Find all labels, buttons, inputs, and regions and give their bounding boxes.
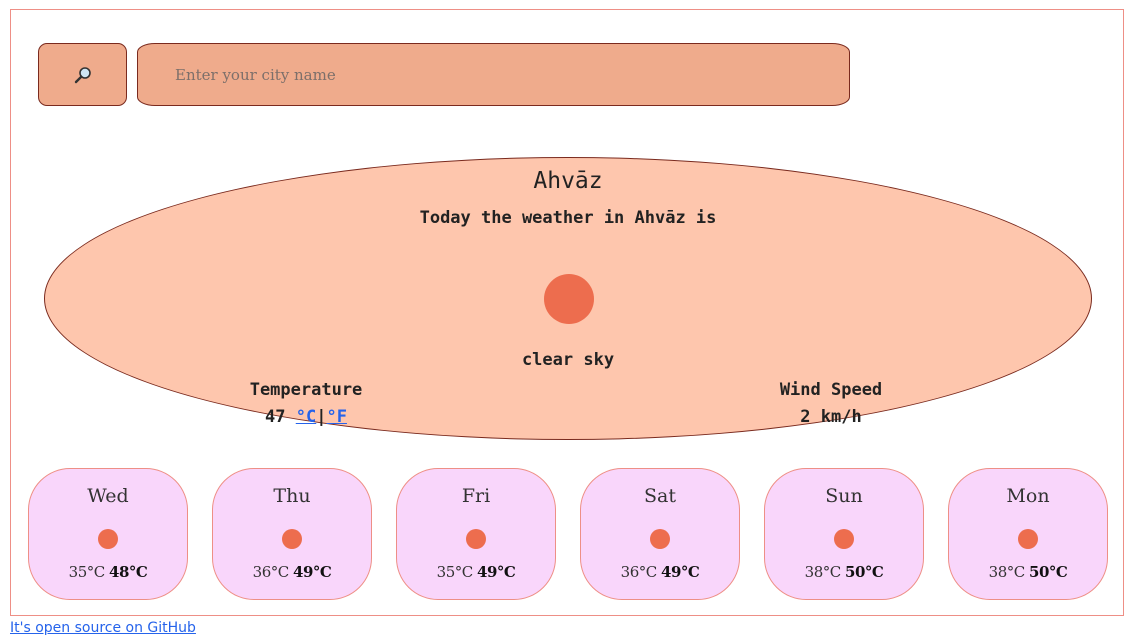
sun-icon — [282, 529, 302, 549]
wind-value: 2 km/h — [800, 407, 862, 427]
forecast-card: Sun 38°C 50°C — [764, 468, 924, 600]
fahrenheit-link[interactable]: °F — [326, 407, 346, 427]
sun-icon — [544, 274, 594, 324]
forecast-temps: 36°C 49°C — [581, 563, 739, 581]
min-temp: 36°C — [620, 563, 658, 581]
max-temp: 50°C — [1029, 563, 1068, 581]
max-temp: 49°C — [661, 563, 700, 581]
forecast-day: Thu — [273, 485, 311, 507]
max-temp: 48°C — [109, 563, 148, 581]
forecast-temps: 38°C 50°C — [765, 563, 923, 581]
temperature-row: 47 °C|°F — [176, 404, 436, 431]
forecast-day: Wed — [87, 485, 129, 507]
min-temp: 35°C — [68, 563, 106, 581]
city-search-input[interactable] — [137, 43, 850, 106]
min-temp: 36°C — [252, 563, 290, 581]
forecast-card: Thu 36°C 49°C — [212, 468, 372, 600]
sun-icon — [1018, 529, 1038, 549]
forecast-day: Fri — [461, 485, 491, 507]
forecast-temps: 36°C 49°C — [213, 563, 371, 581]
max-temp: 49°C — [477, 563, 516, 581]
min-temp: 35°C — [436, 563, 474, 581]
forecast-day: Sat — [644, 485, 676, 507]
temperature-label: Temperature — [249, 380, 363, 400]
min-temp: 38°C — [988, 563, 1026, 581]
forecast-temps: 35°C 48°C — [29, 563, 187, 581]
temperature-value: 47 — [265, 407, 286, 427]
wind-label: Wind Speed — [779, 380, 883, 400]
unit-separator: | — [316, 407, 327, 427]
min-temp: 38°C — [804, 563, 842, 581]
forecast-temps: 38°C 50°C — [949, 563, 1107, 581]
forecast-day: Sun — [825, 485, 863, 507]
forecast-card: Mon 38°C 50°C — [948, 468, 1108, 600]
forecast-card: Fri 35°C 49°C — [396, 468, 556, 600]
forecast-day: Mon — [1006, 485, 1050, 507]
sun-icon — [834, 529, 854, 549]
github-link[interactable]: It's open source on GitHub — [10, 620, 196, 636]
max-temp: 50°C — [845, 563, 884, 581]
forecast-card: Wed 35°C 48°C — [28, 468, 188, 600]
max-temp: 49°C — [293, 563, 332, 581]
sun-icon — [98, 529, 118, 549]
search-button[interactable] — [38, 43, 127, 106]
temperature-block: Temperature 47 °C|°F — [176, 377, 436, 431]
weather-description: clear sky — [521, 350, 615, 370]
sun-icon — [650, 529, 670, 549]
celsius-link[interactable]: °C — [296, 407, 316, 427]
current-weather-panel: Ahvāz Today the weather in Ahvāz is clea… — [44, 157, 1092, 440]
forecast-temps: 35°C 49°C — [397, 563, 555, 581]
sun-icon — [466, 529, 486, 549]
wind-block: Wind Speed 2 km/h — [701, 377, 961, 431]
forecast-card: Sat 36°C 49°C — [580, 468, 740, 600]
weather-headline: Today the weather in Ahvāz is — [419, 208, 717, 228]
city-name: Ahvāz — [533, 168, 603, 194]
magnifier-icon — [74, 66, 91, 83]
